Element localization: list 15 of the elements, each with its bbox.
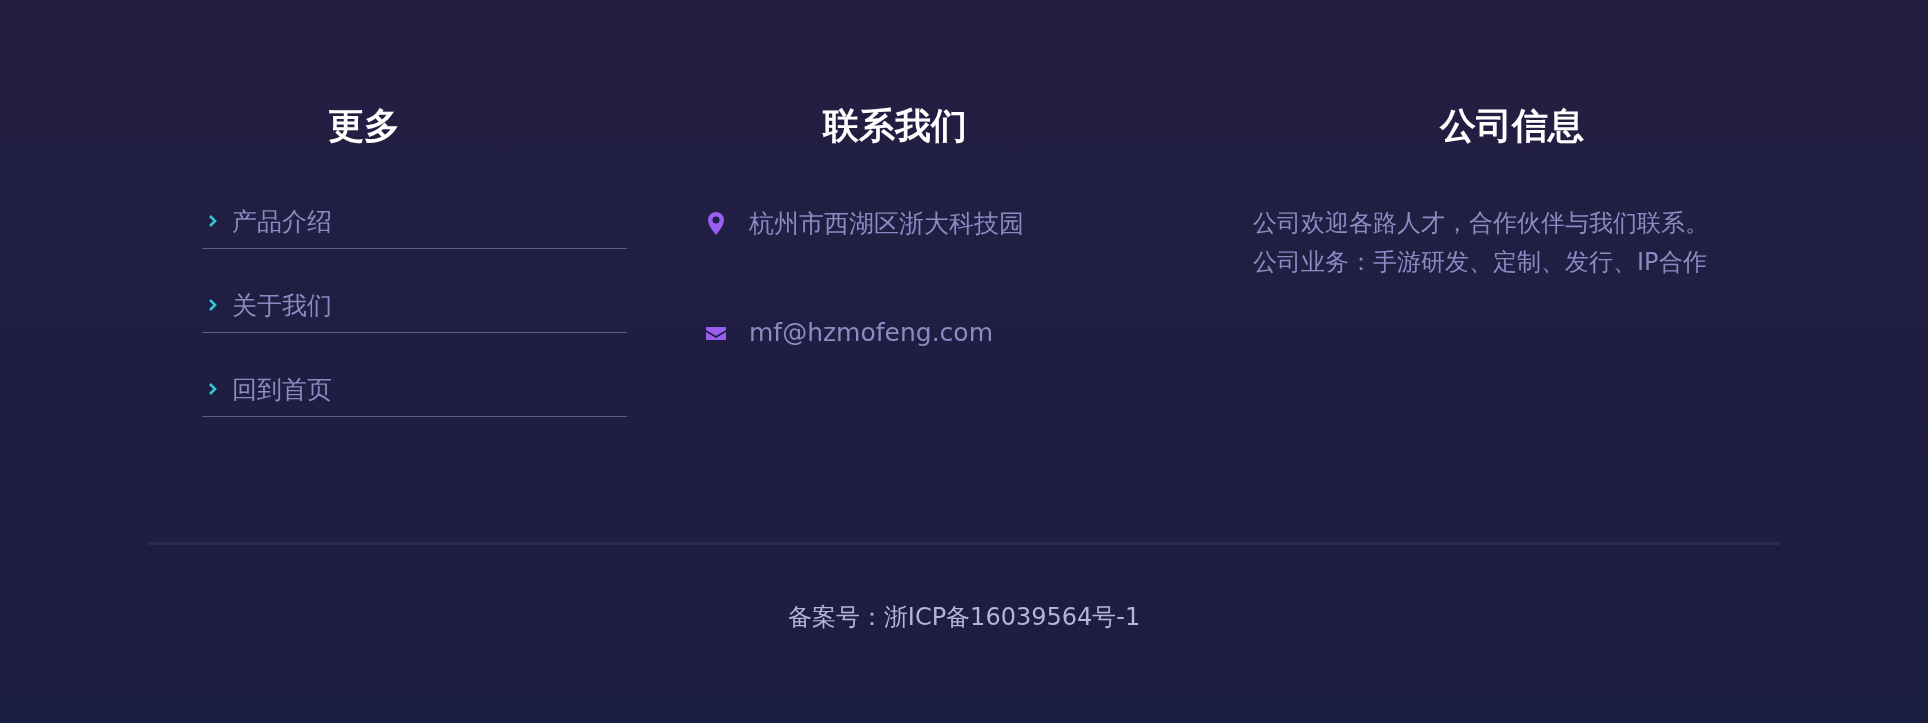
chevron-right-icon [208, 298, 218, 312]
footer-link[interactable]: 回到首页 [202, 333, 627, 417]
column-heading: 更多 [328, 104, 400, 148]
column-heading: 联系我们 [823, 104, 967, 148]
contact-text: mf@hzmofeng.com [749, 318, 993, 348]
column-heading: 公司信息 [1440, 104, 1584, 148]
company-info-text: 公司业务：手游研发、定制、发行、IP合作 [1253, 247, 1708, 278]
location-pin-icon [705, 211, 727, 237]
chevron-right-icon [208, 214, 218, 228]
icp-registration-text: 备案号：浙ICP备16039564号-1 [787, 602, 1141, 632]
footer-link[interactable]: 关于我们 [202, 249, 627, 333]
chevron-right-icon [208, 382, 218, 396]
company-info-text: 公司欢迎各路人才，合作伙伴与我们联系。 [1253, 208, 1710, 239]
footer-link[interactable]: 产品介绍 [202, 165, 627, 249]
contact-text: 杭州市西湖区浙大科技园 [749, 209, 1024, 239]
